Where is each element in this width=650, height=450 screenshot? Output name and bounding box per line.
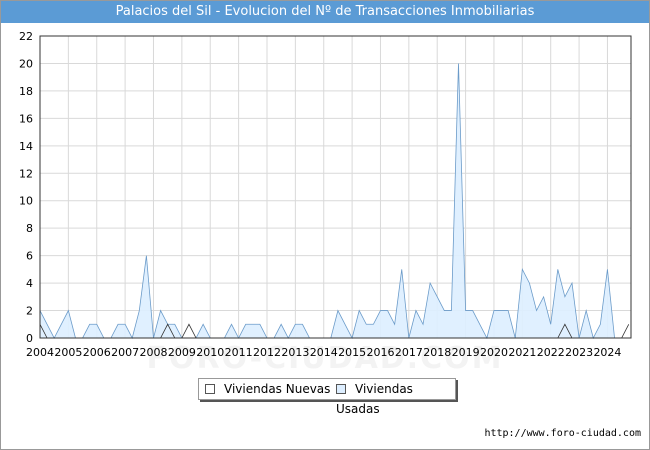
y-axis-tick-labels: 0 2 4 6 8 10 12 14 16 18 20 22 bbox=[19, 30, 33, 345]
x-tick-label: 2005 bbox=[54, 346, 82, 359]
y-tick-label: 6 bbox=[26, 250, 33, 263]
y-tick-label: 18 bbox=[19, 85, 33, 98]
legend-swatch-usadas bbox=[336, 383, 346, 394]
legend-swatch-nuevas bbox=[205, 383, 215, 394]
y-tick-label: 10 bbox=[19, 195, 33, 208]
x-tick-label: 2016 bbox=[366, 346, 394, 359]
y-tick-label: 16 bbox=[19, 112, 33, 125]
x-tick-label: 2006 bbox=[83, 346, 111, 359]
x-tick-label: 2023 bbox=[565, 346, 593, 359]
x-tick-label: 2024 bbox=[593, 346, 621, 359]
x-tick-label: 2019 bbox=[452, 346, 480, 359]
x-tick-label: 2015 bbox=[338, 346, 366, 359]
source-url: http://www.foro-ciudad.com bbox=[484, 428, 641, 439]
y-tick-label: 2 bbox=[26, 305, 33, 318]
x-tick-label: 2022 bbox=[537, 346, 565, 359]
y-tick-label: 12 bbox=[19, 167, 33, 180]
x-tick-label: 2017 bbox=[395, 346, 423, 359]
y-tick-label: 22 bbox=[19, 30, 33, 43]
grid-lines bbox=[39, 35, 631, 339]
x-tick-label: 2018 bbox=[423, 346, 451, 359]
x-tick-label: 2013 bbox=[281, 346, 309, 359]
x-tick-label: 2012 bbox=[253, 346, 281, 359]
plot-area bbox=[39, 35, 632, 339]
y-tick-label: 0 bbox=[26, 332, 33, 345]
legend: Viviendas Nuevas Viviendas Usadas bbox=[198, 378, 456, 416]
legend-item-nuevas: Viviendas Nuevas bbox=[205, 379, 330, 399]
x-tick-label: 2007 bbox=[111, 346, 139, 359]
legend-label-nuevas: Viviendas Nuevas bbox=[224, 382, 331, 396]
chart-frame: Palacios del Sil - Evolucion del Nº de T… bbox=[0, 0, 650, 450]
x-tick-label: 2021 bbox=[508, 346, 536, 359]
y-tick-label: 14 bbox=[19, 140, 33, 153]
x-tick-label: 2004 bbox=[26, 346, 54, 359]
x-tick-label: 2011 bbox=[225, 346, 253, 359]
x-tick-label: 2010 bbox=[196, 346, 224, 359]
x-tick-label: 2008 bbox=[139, 346, 167, 359]
x-axis-tick-labels: 2004 2005 2006 2007 2008 2009 2010 2011 2012 2013… bbox=[26, 346, 621, 359]
y-tick-label: 8 bbox=[26, 222, 33, 235]
x-tick-label: 2009 bbox=[168, 346, 196, 359]
x-tick-label: 2020 bbox=[480, 346, 508, 359]
x-tick-label: 2014 bbox=[310, 346, 338, 359]
y-tick-label: 4 bbox=[26, 277, 33, 290]
legend-item-usadas: Viviendas Usadas bbox=[336, 379, 455, 416]
y-tick-label: 20 bbox=[19, 57, 33, 70]
